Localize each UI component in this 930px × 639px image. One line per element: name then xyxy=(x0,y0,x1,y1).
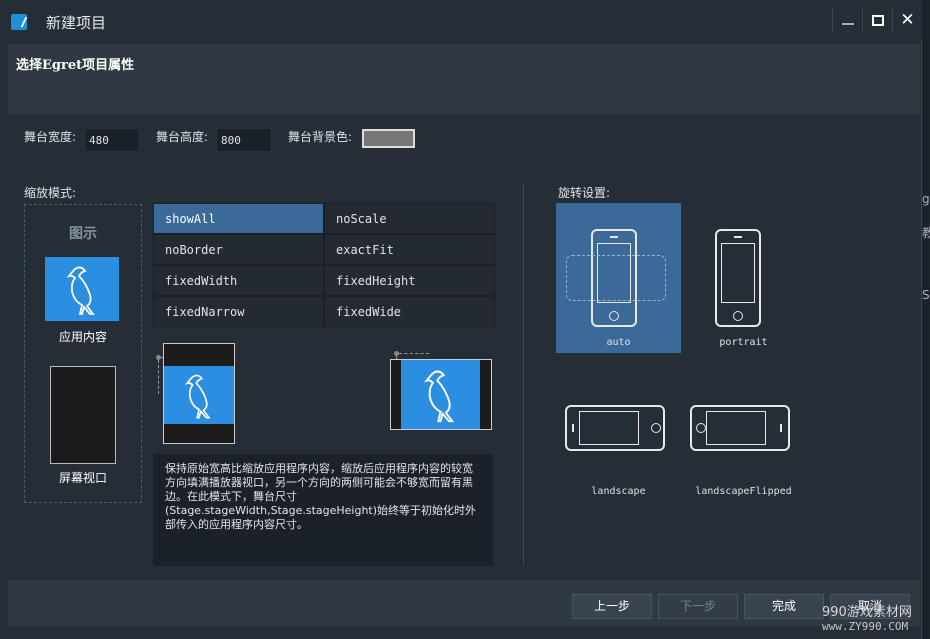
watermark-url: www.ZY990.COM xyxy=(822,620,909,633)
scale-mode-fixednarrow[interactable]: fixedNarrow xyxy=(153,296,324,327)
next-button[interactable]: 下一步 xyxy=(658,594,738,619)
background-edge-text: g xyxy=(922,192,930,206)
title-bar: 新建项目 ✕ xyxy=(0,0,922,40)
stage-bg-color-picker[interactable] xyxy=(362,129,415,148)
maximize-button[interactable] xyxy=(862,8,892,32)
stage-height-input[interactable]: 800 xyxy=(216,128,272,152)
screen-viewport-thumbnail xyxy=(50,366,116,464)
close-icon: ✕ xyxy=(900,10,915,30)
minimize-icon xyxy=(841,23,854,25)
section-divider xyxy=(523,183,524,566)
scale-mode-noscale[interactable]: noScale xyxy=(324,203,495,234)
finish-button[interactable]: 完成 xyxy=(744,594,824,619)
rotation-portrait-label: portrait xyxy=(719,337,768,348)
scale-mode-noborder[interactable]: noBorder xyxy=(153,234,324,265)
window-controls: ✕ xyxy=(832,8,922,32)
phone-landscape-flipped-icon xyxy=(690,405,790,451)
app-content-label: 应用内容 xyxy=(58,330,107,344)
background-edge-text: S xyxy=(922,288,930,302)
scale-mode-showall[interactable]: showAll xyxy=(153,203,324,234)
rotation-label: 旋转设置: xyxy=(558,186,611,200)
rotation-option-portrait[interactable]: portrait xyxy=(681,203,806,353)
portrait-demo-y-arrow xyxy=(158,360,159,394)
scale-mode-fixedwide[interactable]: fixedWide xyxy=(324,296,495,327)
phone-landscape-icon xyxy=(565,405,665,451)
scale-mode-label: 缩放模式: xyxy=(24,186,77,200)
phone-portrait-icon xyxy=(715,229,761,327)
rotation-option-auto[interactable]: auto xyxy=(556,203,681,353)
rotation-landscape-flipped-label: landscapeFlipped xyxy=(695,486,792,497)
portrait-demo-content xyxy=(164,366,234,424)
prev-button[interactable]: 上一步 xyxy=(572,594,652,619)
header-panel: 选择Egret项目属性 xyxy=(8,44,920,114)
maximize-icon xyxy=(871,14,884,26)
scale-mode-grid: showAll noScale noBorder exactFit fixedW… xyxy=(153,203,495,327)
scale-mode-description: 保持原始宽高比缩放应用程序内容，缩放后应用程序内容的较宽方向填满播放器视口，另一… xyxy=(153,454,493,566)
minimize-button[interactable] xyxy=(832,8,862,32)
rotation-landscape-label: landscape xyxy=(591,486,646,497)
rotation-option-landscape-flipped[interactable]: landscapeFlipped xyxy=(681,390,806,500)
egret-bird-icon xyxy=(66,266,95,315)
scale-mode-fixedwidth[interactable]: fixedWidth xyxy=(153,265,324,296)
rotation-option-landscape[interactable]: landscape xyxy=(556,390,681,500)
landscape-demo-content xyxy=(401,360,480,429)
phone-landscape-dashed-icon xyxy=(566,255,666,301)
stage-width-input[interactable]: 480 xyxy=(84,128,140,152)
scale-mode-fixedheight[interactable]: fixedHeight xyxy=(324,265,495,296)
screen-viewport-label: 屏幕视口 xyxy=(58,471,107,485)
preview-heading: 图示 xyxy=(69,226,97,242)
scale-mode-exactfit[interactable]: exactFit xyxy=(324,234,495,265)
background-edge-text: 教 xyxy=(922,226,930,240)
stage-height-label: 舞台高度: xyxy=(156,130,209,144)
app-content-thumbnail xyxy=(45,257,119,321)
egret-bird-icon xyxy=(185,374,211,419)
landscape-demo-x-arrow xyxy=(399,353,429,354)
rotation-auto-label: auto xyxy=(606,337,631,348)
stage-bg-label: 舞台背景色: xyxy=(288,130,353,144)
new-project-dialog: 新建项目 ✕ 选择Egret项目属性 舞台宽度: 480 舞台高度: 800 舞… xyxy=(0,0,922,639)
header-title: 选择Egret项目属性 xyxy=(16,58,135,73)
watermark-text: 990游戏素材网 xyxy=(822,605,912,620)
scale-preview-legend: 图示 应用内容 屏幕视口 xyxy=(24,204,142,503)
egret-bird-icon xyxy=(424,370,455,423)
portrait-demo-viewport xyxy=(163,343,235,444)
landscape-demo-viewport xyxy=(390,359,492,430)
egret-app-icon xyxy=(11,14,27,30)
stage-width-label: 舞台宽度: xyxy=(24,130,77,144)
window-title: 新建项目 xyxy=(46,14,107,32)
close-button[interactable]: ✕ xyxy=(892,8,922,32)
